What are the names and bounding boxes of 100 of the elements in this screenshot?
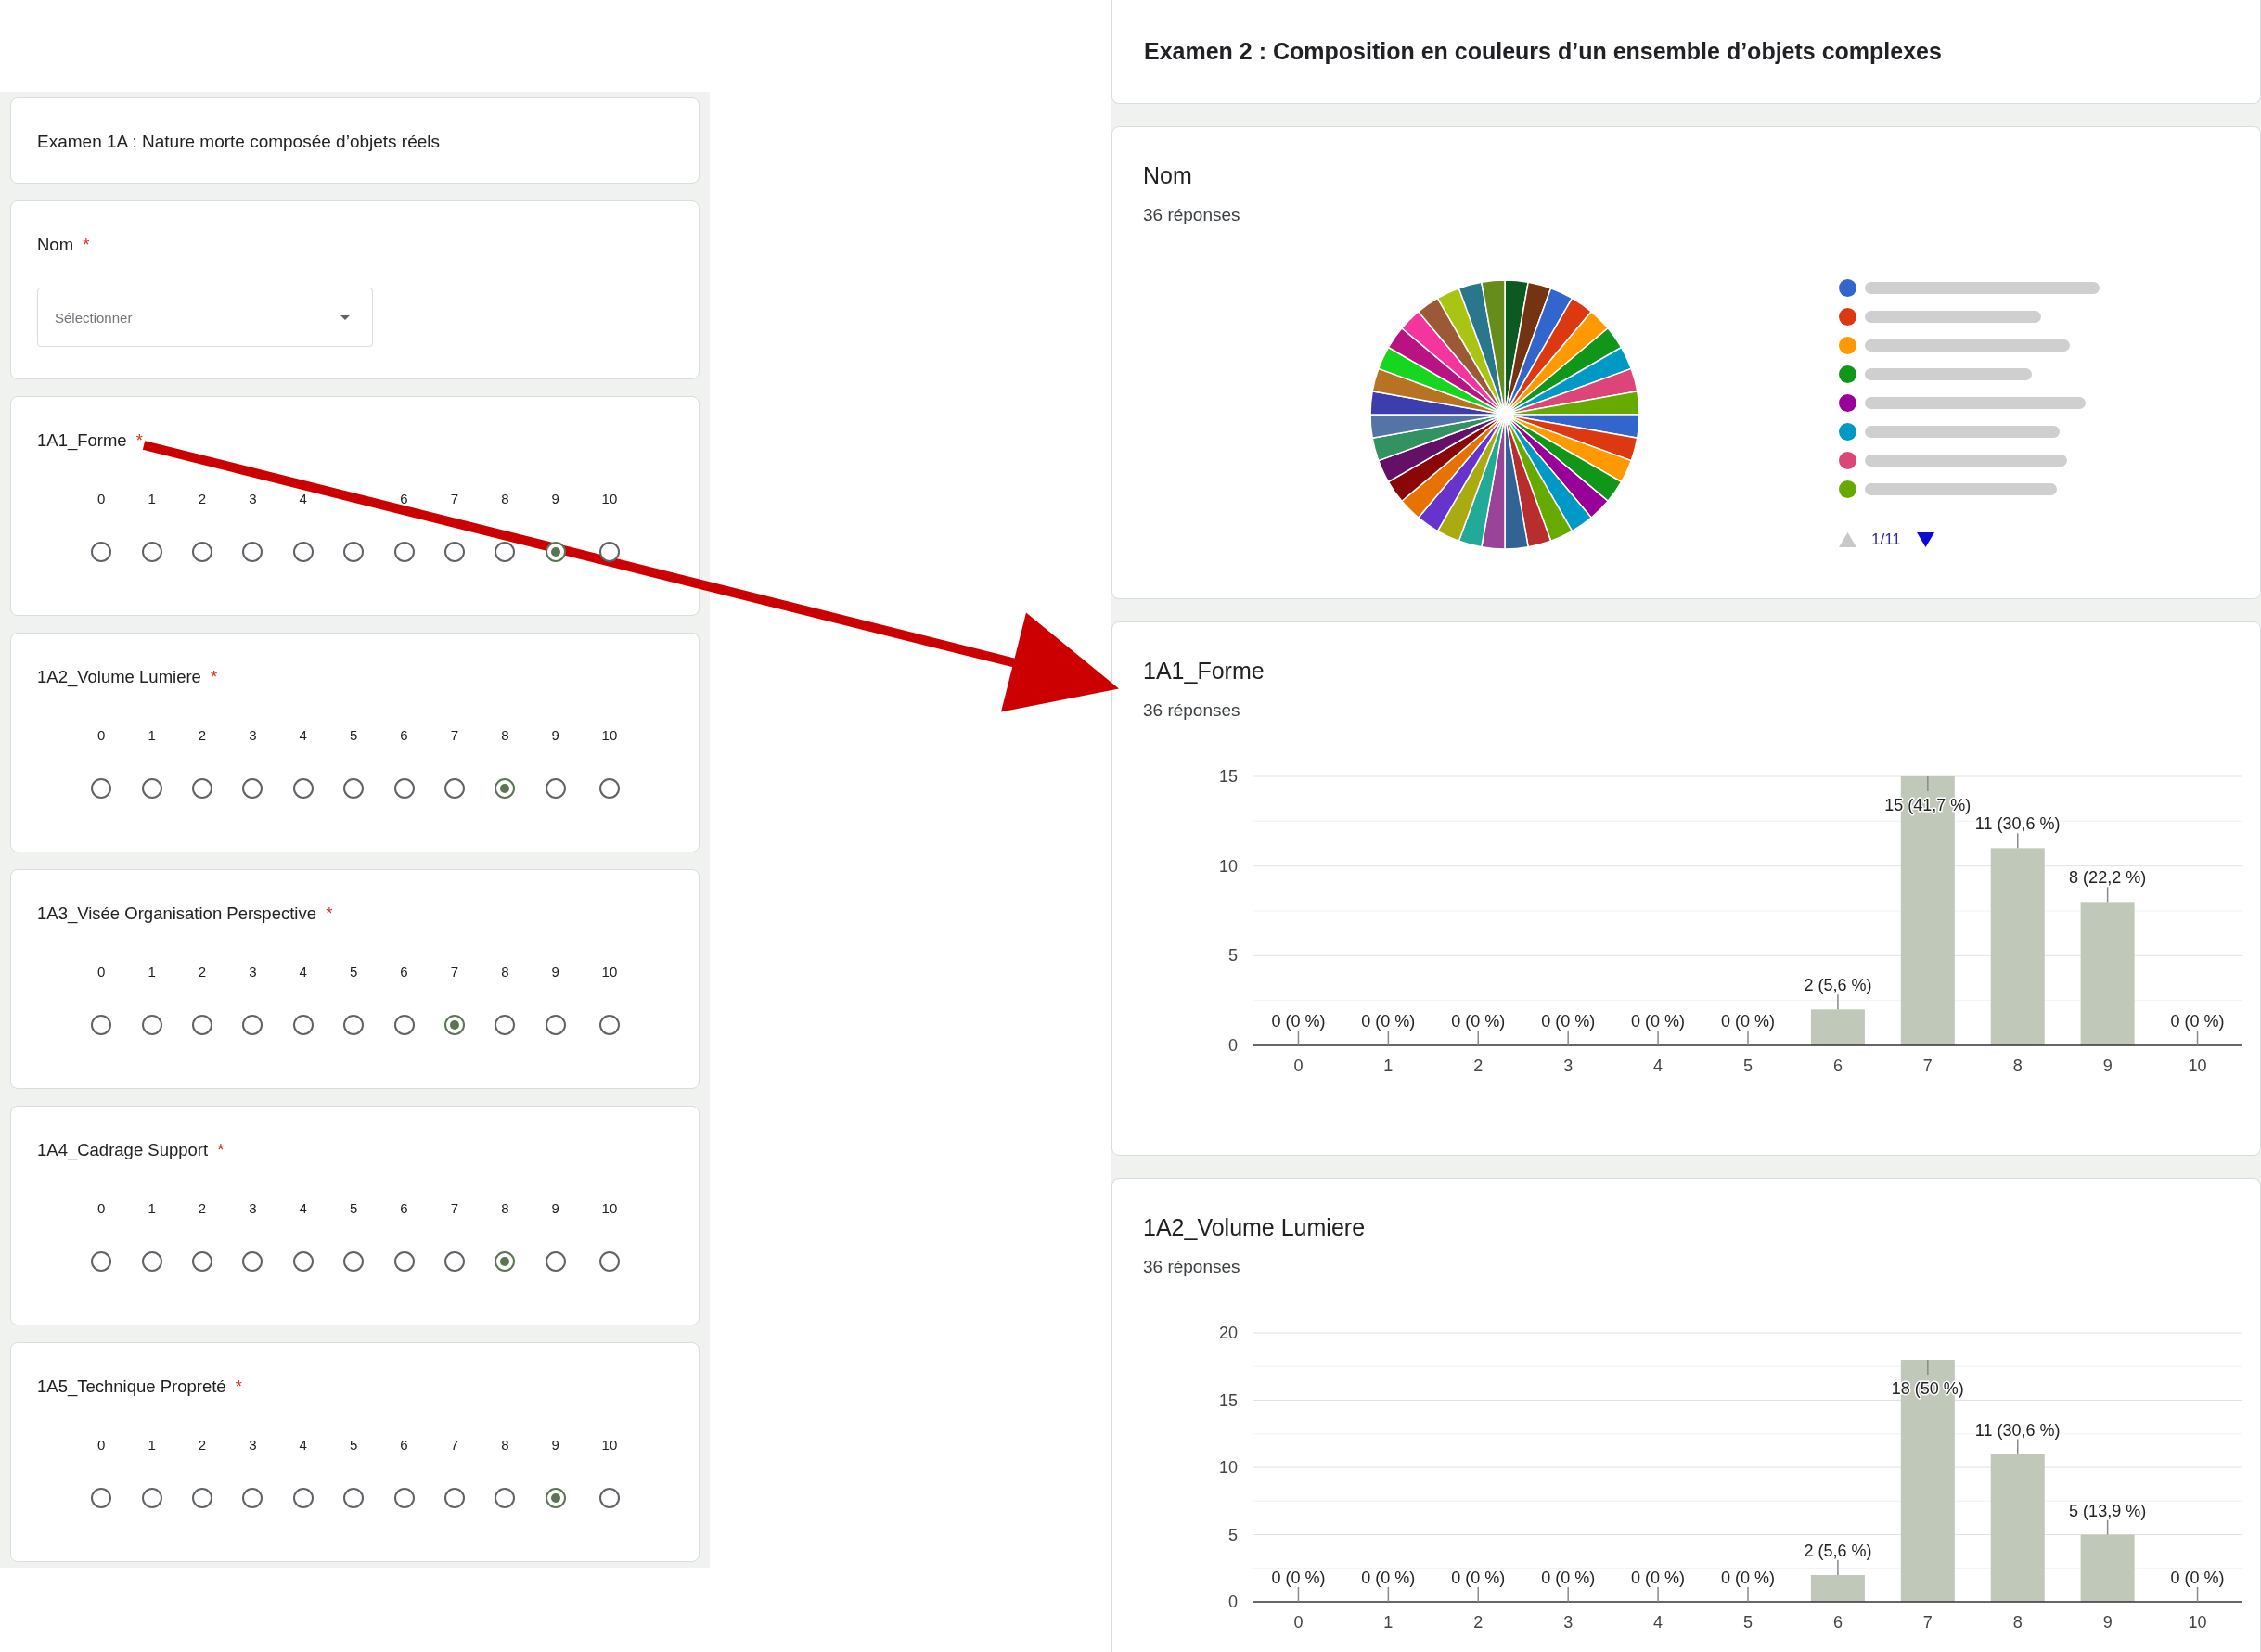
option-label: 5 — [349, 1436, 358, 1454]
leader-line — [1567, 1586, 1569, 1603]
radio-button[interactable] — [292, 1015, 314, 1035]
y-tick-label: 5 — [1228, 946, 1238, 966]
option-label: 10 — [601, 963, 618, 981]
caret-icon — [340, 314, 350, 320]
y-tick-label: 10 — [1218, 1458, 1238, 1477]
option-label: 8 — [501, 1199, 509, 1218]
radio-button[interactable] — [242, 1488, 263, 1508]
response-count: 36 réponses — [1143, 1256, 1241, 1278]
option-label: 4 — [299, 1199, 307, 1218]
option-label: 6 — [400, 490, 408, 508]
radio-button[interactable] — [495, 1015, 516, 1035]
radio-button[interactable] — [598, 1488, 620, 1508]
radio-button[interactable] — [242, 778, 263, 799]
radio-button[interactable] — [443, 1015, 465, 1035]
bar — [1810, 1009, 1865, 1045]
option-label: 2 — [198, 490, 207, 508]
radio-button[interactable] — [443, 1251, 465, 1272]
radio-button[interactable] — [393, 1015, 415, 1035]
option-label: 3 — [249, 490, 257, 508]
x-tick-label: 6 — [1832, 1057, 1843, 1075]
radio-button[interactable] — [443, 1488, 465, 1508]
radio-button[interactable] — [598, 542, 620, 562]
option-label: 5 — [349, 963, 358, 981]
value-label: 0 (0 %) — [1631, 1569, 1686, 1587]
leader-line — [1927, 1359, 1929, 1376]
leader-line — [2106, 886, 2109, 903]
y-tick-label: 15 — [1218, 1390, 1238, 1410]
radio-button[interactable] — [141, 1015, 162, 1035]
value-label: 11 (30,6 %) — [1974, 814, 2061, 834]
radio-button[interactable] — [393, 542, 415, 562]
radio-button[interactable] — [545, 1488, 566, 1508]
radio-button[interactable] — [545, 1251, 566, 1272]
option-label: 2 — [198, 1436, 207, 1454]
radio-button[interactable] — [141, 1488, 162, 1508]
radio-button[interactable] — [495, 778, 516, 799]
radio-button[interactable] — [393, 778, 415, 799]
radio-button[interactable] — [191, 1251, 212, 1272]
radio-button[interactable] — [191, 778, 212, 799]
radio-button[interactable] — [343, 542, 365, 562]
radio-button[interactable] — [598, 778, 620, 799]
option-label: 1 — [148, 1199, 156, 1218]
radio-button[interactable] — [91, 1251, 112, 1272]
option-label: 0 — [97, 726, 106, 745]
radio-button[interactable] — [393, 1488, 415, 1508]
radio-button[interactable] — [191, 542, 212, 562]
option-label: 3 — [249, 1436, 257, 1454]
radio-button[interactable] — [598, 1251, 620, 1272]
option-label: 9 — [551, 1436, 559, 1454]
radio-button[interactable] — [141, 1251, 162, 1272]
radio-button[interactable] — [545, 542, 566, 562]
radio-button[interactable] — [191, 1488, 212, 1508]
leader-line — [2196, 1030, 2199, 1046]
question-title: 1A3_Visée Organisation Perspective — [37, 903, 316, 923]
down-triangle-icon[interactable] — [1916, 532, 1934, 547]
x-tick-label: 5 — [1743, 1057, 1753, 1075]
radio-button[interactable] — [495, 1251, 516, 1272]
radio-button[interactable] — [545, 1015, 566, 1035]
radio-button[interactable] — [292, 1251, 314, 1272]
bar — [1810, 1575, 1865, 1602]
radio-button[interactable] — [598, 1015, 620, 1035]
x-tick-label: 8 — [2012, 1613, 2023, 1632]
y-tick-label: 5 — [1228, 1525, 1238, 1544]
option-label: 10 — [601, 726, 618, 745]
option-label: 4 — [299, 726, 307, 745]
radio-button[interactable] — [343, 1015, 365, 1035]
x-tick-label: 9 — [2102, 1057, 2113, 1075]
radio-button[interactable] — [443, 778, 465, 799]
radio-button[interactable] — [91, 778, 112, 799]
radio-button[interactable] — [292, 542, 314, 562]
leader-line — [1837, 1559, 1839, 1576]
radio-button[interactable] — [191, 1015, 212, 1035]
radio-button[interactable] — [141, 542, 162, 562]
leader-line — [1297, 1030, 1300, 1046]
radio-button[interactable] — [343, 778, 365, 799]
radio-button[interactable] — [545, 778, 566, 799]
dropdown-field[interactable]: Sélectionner — [37, 288, 373, 347]
radio-button[interactable] — [393, 1251, 415, 1272]
option-label: 3 — [249, 1199, 257, 1218]
radio-button[interactable] — [495, 542, 516, 562]
question-title: 1A1_Forme — [1143, 657, 1265, 685]
radio-button[interactable] — [292, 1488, 314, 1508]
radio-button[interactable] — [242, 1251, 263, 1272]
radio-button[interactable] — [91, 542, 112, 562]
radio-button[interactable] — [91, 1488, 112, 1508]
radio-button[interactable] — [91, 1015, 112, 1035]
radio-button[interactable] — [443, 542, 465, 562]
option-label: 9 — [551, 490, 559, 508]
radio-button[interactable] — [141, 778, 162, 799]
radio-button[interactable] — [242, 1015, 263, 1035]
value-label: 0 (0 %) — [1541, 1012, 1596, 1031]
value-label: 0 (0 %) — [1451, 1012, 1506, 1031]
question-title: Nom — [37, 235, 74, 254]
radio-button[interactable] — [292, 778, 314, 799]
radio-button[interactable] — [495, 1488, 516, 1508]
radio-button[interactable] — [242, 542, 263, 562]
radio-button[interactable] — [343, 1488, 365, 1508]
required-asterisk: * — [211, 667, 218, 686]
radio-button[interactable] — [343, 1251, 365, 1272]
